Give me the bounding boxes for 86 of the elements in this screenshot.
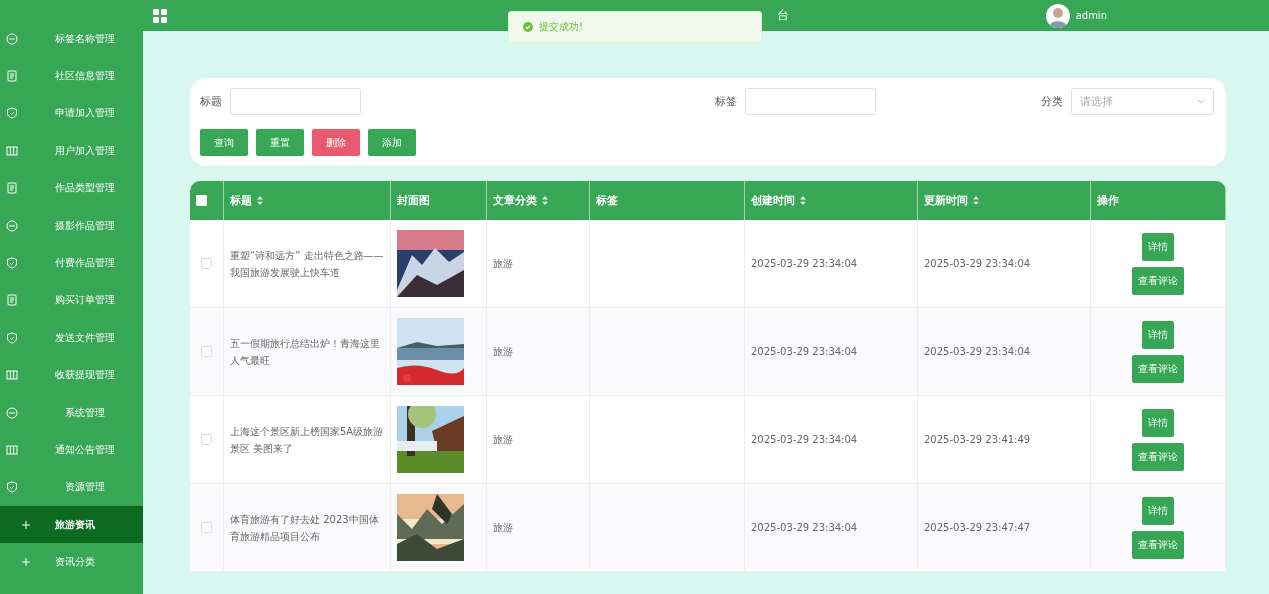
- field-label: 标题: [200, 94, 222, 109]
- detail-button[interactable]: 详情: [1142, 496, 1174, 525]
- updated-time: 2025-03-29 23:47:47: [924, 521, 1031, 535]
- column-header: 标签: [596, 193, 618, 208]
- category-text: 旅游: [493, 521, 513, 535]
- updated-time: 2025-03-29 23:41:49: [924, 433, 1031, 447]
- comments-button[interactable]: 查看评论: [1132, 354, 1184, 383]
- sidebar-item[interactable]: 付费作品管理: [46, 256, 143, 271]
- shield-check-icon: [6, 331, 18, 344]
- sidebar-item[interactable]: 发送文件管理: [46, 330, 143, 345]
- sidebar-item[interactable]: 资讯分类: [46, 555, 143, 570]
- avatar[interactable]: [1045, 3, 1070, 28]
- comments-button[interactable]: 查看评论: [1132, 530, 1184, 559]
- column-header: 操作: [1097, 193, 1119, 208]
- created-time: 2025-03-29 23:34:04: [751, 257, 858, 271]
- toast-message: 提交成功!: [539, 20, 583, 34]
- sidebar-item[interactable]: 标签名称管理: [46, 31, 143, 46]
- sidebar-item[interactable]: 用户加入管理: [46, 143, 143, 158]
- chat-icon: [6, 406, 18, 419]
- document-icon: [6, 182, 18, 195]
- column-header: 封面图: [397, 193, 430, 208]
- document-icon: [6, 294, 18, 307]
- field-label: 标签: [715, 94, 737, 109]
- sidebar-item[interactable]: 作品类型管理: [46, 181, 143, 196]
- columns-icon: [6, 369, 18, 382]
- plus-icon: [20, 556, 32, 569]
- header-title: 台: [777, 7, 789, 24]
- sidebar-item[interactable]: 系统管理: [46, 405, 143, 420]
- sidebar-item[interactable]: 通知公告管理: [46, 443, 143, 457]
- column-header[interactable]: 文章分类: [493, 193, 537, 208]
- article-title: 五一假期旅行总结出炉！青海这里人气最旺: [230, 336, 381, 368]
- detail-button[interactable]: 详情: [1142, 320, 1174, 349]
- shield-check-icon: [6, 481, 18, 494]
- chevron-down-icon: [1197, 99, 1205, 104]
- document-icon: [6, 70, 18, 83]
- sort-icon[interactable]: [542, 196, 548, 205]
- columns-icon: [6, 144, 18, 157]
- article-title: 体育旅游有了好去处 2023中国体育旅游精品项目公布: [230, 512, 380, 544]
- sort-icon[interactable]: [800, 196, 806, 205]
- column-header[interactable]: 创建时间: [751, 193, 795, 208]
- category-text: 旅游: [493, 257, 513, 271]
- created-time: 2025-03-29 23:34:04: [751, 521, 858, 535]
- sidebar-item[interactable]: 资源管理: [46, 480, 143, 495]
- chat-icon: [6, 219, 18, 232]
- detail-button[interactable]: 详情: [1142, 408, 1174, 437]
- shield-check-icon: [6, 257, 18, 270]
- check-circle-icon: [523, 22, 533, 32]
- chat-icon: [6, 32, 18, 45]
- action-button[interactable]: 添加: [368, 129, 416, 156]
- row-checkbox[interactable]: [201, 434, 212, 445]
- plus-icon: [20, 518, 32, 531]
- comments-button[interactable]: 查看评论: [1132, 442, 1184, 471]
- grid-icon[interactable]: [153, 8, 167, 23]
- detail-button[interactable]: 详情: [1142, 232, 1174, 261]
- category-select[interactable]: 请选择: [1071, 88, 1214, 115]
- input-field[interactable]: [745, 88, 876, 115]
- row-checkbox[interactable]: [201, 258, 212, 269]
- action-button[interactable]: 查询: [200, 129, 248, 156]
- sidebar-item[interactable]: 摄影作品管理: [46, 218, 143, 233]
- category-text: 旅游: [493, 345, 513, 359]
- action-button[interactable]: 重置: [256, 129, 304, 156]
- field-label: 分类: [1041, 94, 1063, 109]
- sidebar-item[interactable]: 社区信息管理: [46, 69, 143, 84]
- created-time: 2025-03-29 23:34:04: [751, 433, 858, 447]
- sidebar-item[interactable]: 收获提现管理: [46, 368, 143, 383]
- sort-icon[interactable]: [973, 196, 979, 205]
- column-header[interactable]: 标题: [230, 193, 252, 208]
- user-name[interactable]: admin: [1075, 10, 1107, 21]
- updated-time: 2025-03-29 23:34:04: [924, 345, 1031, 359]
- columns-icon: [6, 444, 18, 456]
- article-title: 上海这个景区新上榜国家5A级旅游景区 美图来了: [230, 424, 384, 456]
- action-button[interactable]: 删除: [312, 129, 360, 156]
- sidebar-item[interactable]: 购买订单管理: [46, 293, 143, 308]
- article-title: 重塑“诗和远方” 走出特色之路——我国旅游发展驶上快车道: [230, 248, 384, 280]
- updated-time: 2025-03-29 23:34:04: [924, 257, 1031, 271]
- created-time: 2025-03-29 23:34:04: [751, 345, 858, 359]
- comments-button[interactable]: 查看评论: [1132, 266, 1184, 295]
- category-text: 旅游: [493, 433, 513, 447]
- input-field[interactable]: [230, 88, 361, 115]
- row-checkbox[interactable]: [201, 522, 212, 533]
- row-checkbox[interactable]: [201, 346, 212, 357]
- shield-check-icon: [6, 107, 18, 120]
- select-all-checkbox[interactable]: [196, 195, 207, 206]
- sidebar-item[interactable]: 申请加入管理: [46, 106, 143, 121]
- sort-icon[interactable]: [257, 196, 263, 205]
- column-header[interactable]: 更新时间: [924, 193, 968, 208]
